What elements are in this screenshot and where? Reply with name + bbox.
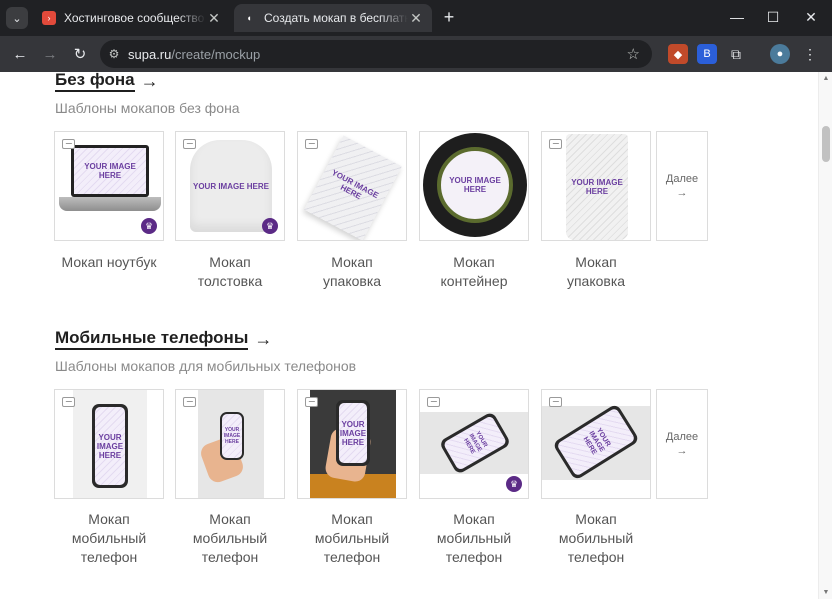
- card-caption[interactable]: Мокап мобильный телефон: [297, 510, 407, 567]
- card-caption[interactable]: Мокап контейнер: [419, 253, 529, 291]
- section-subtitle: Шаблоны мокапов для мобильных телефонов: [55, 358, 357, 374]
- premium-badge-icon: ♛: [262, 218, 278, 234]
- new-tab-button[interactable]: +: [438, 6, 460, 28]
- placeholder-text: YOUR IMAGE HERE: [96, 432, 124, 460]
- tab-create-mockup[interactable]: ◖ Создать мокап в бесплатном о ✕: [234, 4, 432, 32]
- bookmark-star-icon[interactable]: ☆: [627, 45, 640, 63]
- image-icon: [305, 397, 318, 407]
- close-tab-icon[interactable]: ✕: [206, 10, 222, 27]
- mockup-card-phone-1[interactable]: YOUR IMAGE HERE: [54, 389, 164, 499]
- image-icon: [305, 139, 318, 149]
- section-title-no-background[interactable]: Без фона →: [55, 72, 159, 92]
- supa-favicon-icon: ◖: [246, 13, 252, 23]
- image-icon: [549, 139, 562, 149]
- arrow-right-icon: →: [140, 72, 159, 91]
- close-tab-icon[interactable]: ✕: [408, 10, 424, 27]
- mockup-card-laptop[interactable]: YOUR IMAGE HERE ♛: [54, 131, 164, 241]
- back-arrow-icon[interactable]: ←: [8, 42, 32, 66]
- section-title-mobile-phones[interactable]: Мобильные телефоны →: [55, 328, 272, 350]
- minimize-icon[interactable]: —: [720, 6, 754, 28]
- pouch-preview: YOUR IMAGE HERE: [566, 134, 628, 240]
- profile-avatar[interactable]: ●: [770, 44, 790, 64]
- placeholder-text: YOUR IMAGE HERE: [84, 162, 136, 180]
- browser-toolbar: ← → ↻ ⚙ supa.ru/create/mockup ☆ ◆ B ⧉ ● …: [0, 36, 832, 72]
- address-bar[interactable]: ⚙ supa.ru/create/mockup ☆: [100, 40, 652, 68]
- reload-icon[interactable]: ↻: [68, 42, 92, 66]
- page-content: Без фона → Шаблоны мокапов без фона YOUR …: [0, 72, 818, 599]
- mockup-card-package[interactable]: YOUR IMAGE HERE: [297, 131, 407, 241]
- mockup-card-container[interactable]: YOUR IMAGE HERE: [419, 131, 529, 241]
- image-icon: [183, 139, 196, 149]
- hoodie-preview: YOUR IMAGE HERE: [190, 140, 272, 232]
- scroll-down-icon[interactable]: ▼: [819, 589, 832, 596]
- mockup-card-phone-5[interactable]: YOUR IMAGE HERE: [541, 389, 651, 499]
- card-caption[interactable]: Мокап мобильный телефон: [541, 510, 651, 567]
- placeholder-text: YOUR IMAGE HERE: [462, 430, 489, 455]
- mockup-card-phone-3[interactable]: YOUR IMAGE HERE: [297, 389, 407, 499]
- image-icon: [62, 397, 75, 407]
- close-window-icon[interactable]: ✕: [794, 6, 828, 28]
- more-label: Далее: [665, 173, 699, 185]
- card-caption[interactable]: Мокап мобильный телефон: [419, 510, 529, 567]
- placeholder-text: YOUR IMAGE HERE: [330, 167, 380, 202]
- forward-arrow-icon[interactable]: →: [38, 42, 62, 66]
- phone-preview: YOUR IMAGE HERE: [92, 404, 128, 488]
- url-text: supa.ru/create/mockup: [128, 46, 261, 62]
- laptop-base: [59, 197, 161, 211]
- package-preview: YOUR IMAGE HERE: [304, 135, 402, 240]
- extension-fox-icon[interactable]: ◆: [668, 44, 688, 64]
- laptop-preview: YOUR IMAGE HERE: [71, 145, 149, 197]
- card-caption[interactable]: Мокап мобильный телефон: [54, 510, 164, 567]
- placeholder-text: YOUR IMAGE HERE: [339, 419, 367, 447]
- premium-badge-icon: ♛: [141, 218, 157, 234]
- tab-strip: ⌄ › Хостинговое сообщество «Tim ✕ ◖ Созд…: [0, 0, 832, 36]
- site-favicon-icon: ›: [42, 11, 56, 25]
- card-caption[interactable]: Мокап ноутбук: [54, 253, 164, 272]
- placeholder-text: YOUR IMAGE HERE: [192, 181, 269, 191]
- image-icon: [183, 397, 196, 407]
- browser-menu-icon[interactable]: ⋮: [800, 44, 820, 64]
- placeholder-text: YOUR IMAGE HERE: [571, 178, 623, 196]
- mockup-card-phone-2[interactable]: YOUR IMAGE HERE: [175, 389, 285, 499]
- extension-shield-icon[interactable]: B: [697, 44, 717, 64]
- phone-preview: YOUR IMAGE HERE: [336, 400, 370, 466]
- more-button[interactable]: Далее →: [656, 131, 708, 241]
- extensions-puzzle-icon[interactable]: ⧉: [726, 44, 746, 64]
- site-info-icon[interactable]: ⚙: [100, 47, 128, 61]
- mockup-card-pouch[interactable]: YOUR IMAGE HERE: [541, 131, 651, 241]
- placeholder-text: YOUR IMAGE HERE: [449, 176, 501, 194]
- container-preview: YOUR IMAGE HERE: [423, 133, 527, 237]
- tab-title: Хостинговое сообщество «Tim: [64, 11, 206, 25]
- image-icon: [62, 139, 75, 149]
- more-button[interactable]: Далее →: [656, 389, 708, 499]
- placeholder-text: YOUR IMAGE HERE: [223, 427, 241, 445]
- mockup-card-hoodie[interactable]: YOUR IMAGE HERE ♛: [175, 131, 285, 241]
- card-caption[interactable]: Мокап мобильный телефон: [175, 510, 285, 567]
- image-icon: [427, 397, 440, 407]
- tab-title: Создать мокап в бесплатном о: [264, 11, 408, 25]
- more-label: Далее: [665, 431, 699, 443]
- maximize-icon[interactable]: ☐: [756, 6, 790, 28]
- scroll-up-icon[interactable]: ▲: [819, 75, 832, 82]
- card-caption[interactable]: Мокап толстовка: [175, 253, 285, 291]
- mockup-card-phone-4[interactable]: YOUR IMAGE HERE ♛: [419, 389, 529, 499]
- arrow-right-icon: →: [676, 187, 688, 199]
- phone-preview: YOUR IMAGE HERE: [220, 412, 244, 460]
- section-subtitle: Шаблоны мокапов без фона: [55, 100, 240, 116]
- placeholder-text: YOUR IMAGE HERE: [581, 427, 612, 457]
- premium-badge-icon: ♛: [506, 476, 522, 492]
- tab-hosting-community[interactable]: › Хостинговое сообщество «Tim ✕: [34, 4, 230, 32]
- tab-search-button[interactable]: ⌄: [6, 7, 28, 29]
- arrow-right-icon: →: [676, 445, 688, 457]
- scrollbar-thumb[interactable]: [822, 126, 830, 162]
- image-icon: [549, 397, 562, 407]
- arrow-right-icon: →: [254, 328, 273, 349]
- page-scrollbar[interactable]: ▲ ▼: [818, 72, 832, 599]
- card-caption[interactable]: Мокап упаковка: [297, 253, 407, 291]
- card-caption[interactable]: Мокап упаковка: [541, 253, 651, 291]
